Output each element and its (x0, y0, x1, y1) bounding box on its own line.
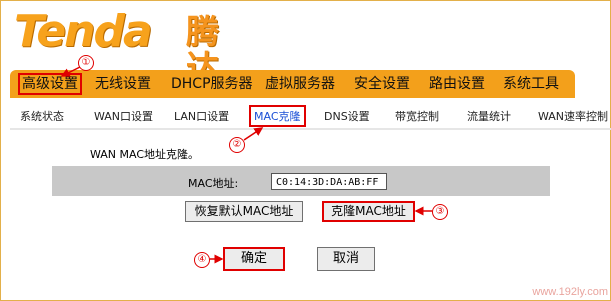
arrow-2 (243, 127, 264, 141)
step-marker-4: ④ (194, 252, 210, 268)
step-marker-2: ② (229, 137, 245, 153)
watermark-text: www.192ly.com (532, 286, 608, 298)
annotation-arrows (60, 66, 432, 264)
step-marker-3: ③ (432, 204, 448, 220)
arrow-1 (60, 66, 81, 77)
step-marker-1: ① (78, 55, 94, 71)
